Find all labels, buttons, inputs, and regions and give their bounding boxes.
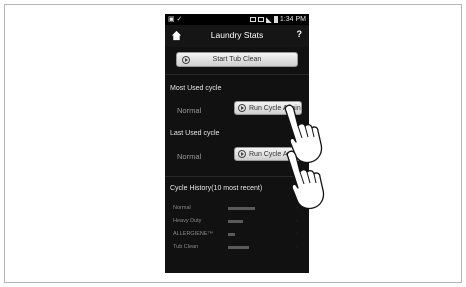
tapping-hand-icon [286, 150, 325, 210]
history-row-bar [228, 207, 255, 210]
battery-icon [273, 16, 278, 23]
status-bar: ▣ ✓ 1:34 PM [165, 14, 309, 25]
history-row-label: Heavy Duty [173, 218, 202, 224]
most-used-cycle-name: Normal [177, 106, 202, 115]
wifi-icon [257, 17, 264, 22]
history-heading: Cycle History(10 most recent) [170, 185, 263, 192]
history-row[interactable]: Tub Clean › [173, 244, 303, 252]
chevron-right-icon: › [296, 218, 298, 224]
signal-icon [265, 16, 272, 23]
history-row-label: Tub Clean [173, 244, 199, 250]
app-icon [249, 17, 256, 22]
play-icon [182, 56, 190, 64]
start-tub-clean-label: Start Tub Clean [212, 56, 262, 63]
notification-icons: ▣ ✓ [168, 16, 183, 23]
chevron-right-icon: › [296, 231, 298, 237]
last-used-heading: Last Used cycle [170, 130, 220, 137]
history-row[interactable]: Heavy Duty › [173, 218, 303, 226]
history-row-bar [228, 246, 249, 249]
history-row-label: Normal [173, 205, 191, 211]
page-title: Laundry Stats [210, 30, 264, 40]
title-bar: Laundry Stats ? [165, 25, 309, 47]
last-used-cycle-name: Normal [177, 152, 202, 161]
most-used-heading: Most Used cycle [170, 85, 222, 92]
history-row-label: ALLERGIENE™ [173, 231, 214, 237]
status-icons: 1:34 PM [249, 14, 306, 25]
clock: 1:34 PM [279, 16, 306, 23]
play-icon [238, 104, 246, 112]
history-row-bar [228, 220, 243, 223]
divider [165, 74, 309, 75]
start-tub-clean-button[interactable]: Start Tub Clean [176, 52, 298, 67]
history-row-bar [228, 233, 235, 236]
history-row[interactable]: ALLERGIENE™ › [173, 231, 303, 239]
help-button[interactable]: ? [297, 29, 303, 39]
play-icon [238, 150, 246, 158]
chevron-right-icon: › [296, 244, 298, 250]
